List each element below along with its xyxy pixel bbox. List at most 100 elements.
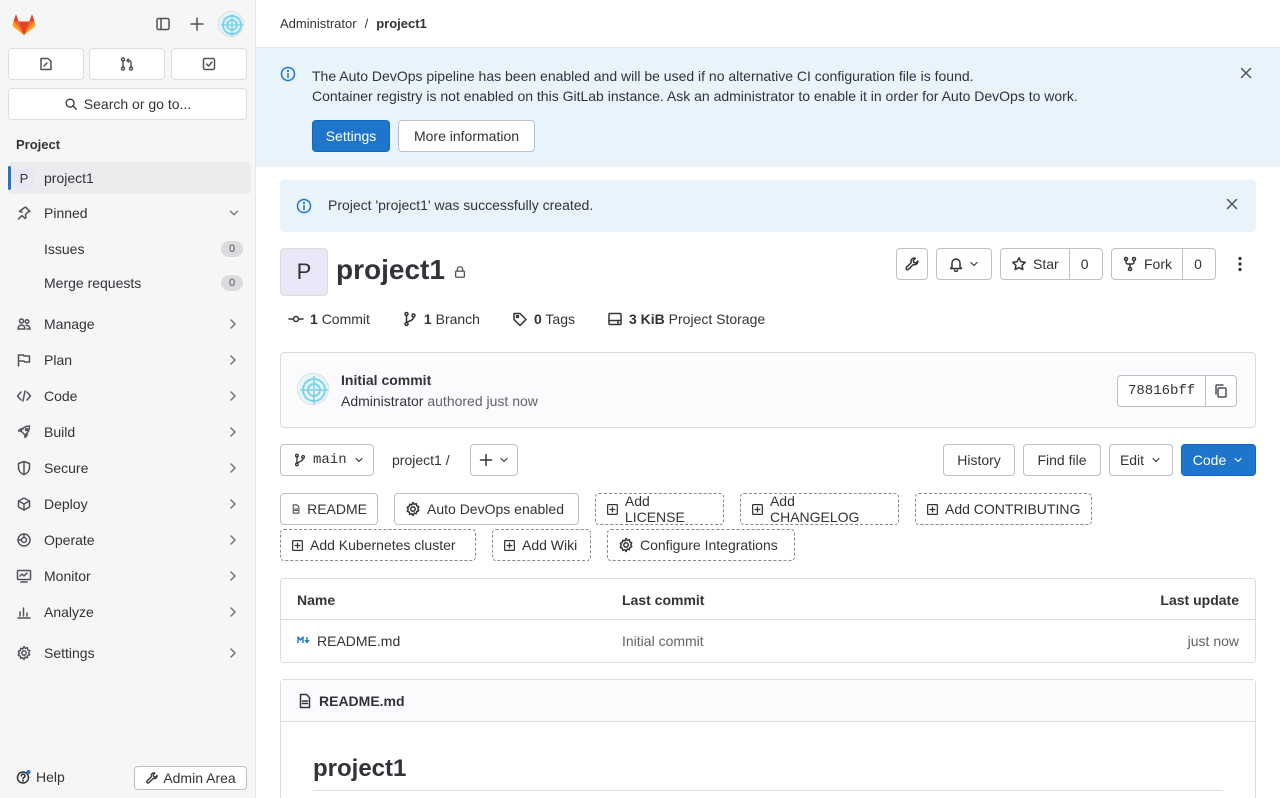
plus-square-icon [504,539,515,551]
sidebar-item-pinned[interactable]: Pinned [8,197,251,229]
stat-storage[interactable]: 3 KiB Project Storage [607,311,765,327]
chart-icon [17,607,31,619]
banner-close-button[interactable] [1238,65,1254,81]
breadcrumb-current[interactable]: project1 [376,16,427,31]
add-changelog-button[interactable]: Add CHANGELOG [740,493,899,525]
sidebar-item-monitor[interactable]: Monitor [8,560,251,592]
add-license-button[interactable]: Add LICENSE [595,493,724,525]
stat-tags[interactable]: 0 Tags [512,311,575,327]
sidebar-item-project[interactable]: P project1 [8,162,251,194]
star-count[interactable]: 0 [1070,249,1100,279]
table-row[interactable]: README.md Initial commit just now [281,620,1255,662]
search-button[interactable]: Search or go to... [8,88,247,120]
assigned-issues-button[interactable] [8,48,84,80]
code-label: Code [1192,452,1227,468]
help-label: Help [36,769,65,785]
stat-value: 1 [310,311,318,327]
repo-path-root[interactable]: project1 [392,452,442,468]
commit-author[interactable]: Administrator [341,393,423,409]
user-avatar[interactable] [218,11,244,37]
todo-icon [202,57,216,71]
add-kubernetes-cluster-button[interactable]: Add Kubernetes cluster [280,529,476,561]
fork-count[interactable]: 0 [1183,249,1213,279]
stat-commits[interactable]: 1 Commit [288,311,370,327]
add-contributing-button[interactable]: Add CONTRIBUTING [915,493,1092,525]
sidebar-item-deploy[interactable]: Deploy [8,488,251,520]
auto-devops-button[interactable]: Auto DevOps enabled [394,493,579,525]
add-to-tree-dropdown[interactable] [470,444,518,476]
sidebar-item-merge-requests[interactable]: Merge requests 0 [8,267,251,299]
info-icon [280,66,296,82]
todo-list-button[interactable] [171,48,247,80]
admin-area-button[interactable]: Admin Area [134,766,247,790]
gitlab-logo-icon[interactable] [10,10,38,38]
sidebar-item-code[interactable]: Code [8,380,251,412]
more-actions-button[interactable] [1230,252,1250,276]
add-wiki-button[interactable]: Add Wiki [492,529,591,561]
readme-button[interactable]: README [280,493,378,525]
banner-message: The Auto DevOps pipeline has been enable… [312,66,1078,106]
section-label-project: Project [16,137,61,152]
star-button[interactable]: Star [1001,249,1070,279]
shield-icon [17,460,31,476]
sidebar-item-analyze[interactable]: Analyze [8,596,251,628]
copy-icon [1215,384,1227,398]
success-alert: Project 'project1' was successfully crea… [280,180,1256,232]
sidebar-item-plan[interactable]: Plan [8,344,251,376]
sidebar-item-operate[interactable]: Operate [8,524,251,556]
history-button[interactable]: History [943,444,1015,476]
column-header-last-update: Last update [1160,592,1239,608]
breadcrumb-parent[interactable]: Administrator [280,16,357,31]
wrench-icon [905,257,919,271]
sidebar-item-settings[interactable]: Settings [8,637,251,669]
help-button[interactable]: Help [16,769,65,785]
sidebar-footer: Help Admin Area [0,762,255,794]
file-last-commit[interactable]: Initial commit [622,633,704,649]
banner-settings-button[interactable]: Settings [312,120,390,152]
branch-selector[interactable]: main [280,444,374,476]
admin-project-button[interactable] [896,248,928,280]
info-icon [296,198,312,214]
fork-label: Fork [1144,256,1172,272]
shortcut-label: Add Wiki [522,537,578,553]
commit-author-avatar[interactable] [297,373,329,405]
sidebar-item-label: Settings [44,645,95,661]
chevron-right-icon [230,571,236,581]
banner-line-2: Container registry is not enabled on thi… [312,88,1078,104]
sidebar-item-build[interactable]: Build [8,416,251,448]
fork-button[interactable]: Fork [1112,249,1183,279]
code-dropdown[interactable]: Code [1181,444,1256,476]
code-icon [16,390,32,402]
shortcut-label: Add Kubernetes cluster [310,537,456,553]
find-file-button[interactable]: Find file [1023,444,1101,476]
readme-filename[interactable]: README.md [319,693,405,709]
file-name-link[interactable]: README.md [317,633,400,649]
sidebar-header [0,0,255,48]
shortcut-label: Add CHANGELOG [769,493,860,525]
commit-sha[interactable]: 78816bff [1118,376,1207,406]
repo-path: project1 / [392,452,450,468]
commit-title[interactable]: Initial commit [341,372,431,388]
merge-request-icon [120,57,134,71]
alert-close-button[interactable] [1224,196,1240,212]
project-name: project1 [336,254,445,285]
create-new-button[interactable] [185,12,209,36]
fork-button-group: Fork 0 [1111,248,1216,280]
more-information-button[interactable]: More information [398,120,535,152]
sidebar-item-issues[interactable]: Issues 0 [8,233,251,265]
configure-integrations-button[interactable]: Configure Integrations [607,529,795,561]
chevron-right-icon [230,427,236,437]
file-icon [292,504,300,514]
notification-dropdown[interactable] [936,248,992,280]
stat-branches[interactable]: 1 Branch [402,311,480,327]
commit-icon [288,315,304,323]
edit-dropdown[interactable]: Edit [1109,444,1173,476]
project-stats: 1 Commit 1 Branch 0 Tags 3 KiB Project S… [288,311,797,327]
sidebar-item-secure[interactable]: Secure [8,452,251,484]
copy-sha-button[interactable] [1206,376,1236,406]
markdown-icon [297,636,310,644]
sidebar-item-manage[interactable]: Manage [8,308,251,340]
merge-requests-button[interactable] [89,48,165,80]
collapse-sidebar-button[interactable] [151,12,175,36]
stat-value: 1 [423,311,432,327]
